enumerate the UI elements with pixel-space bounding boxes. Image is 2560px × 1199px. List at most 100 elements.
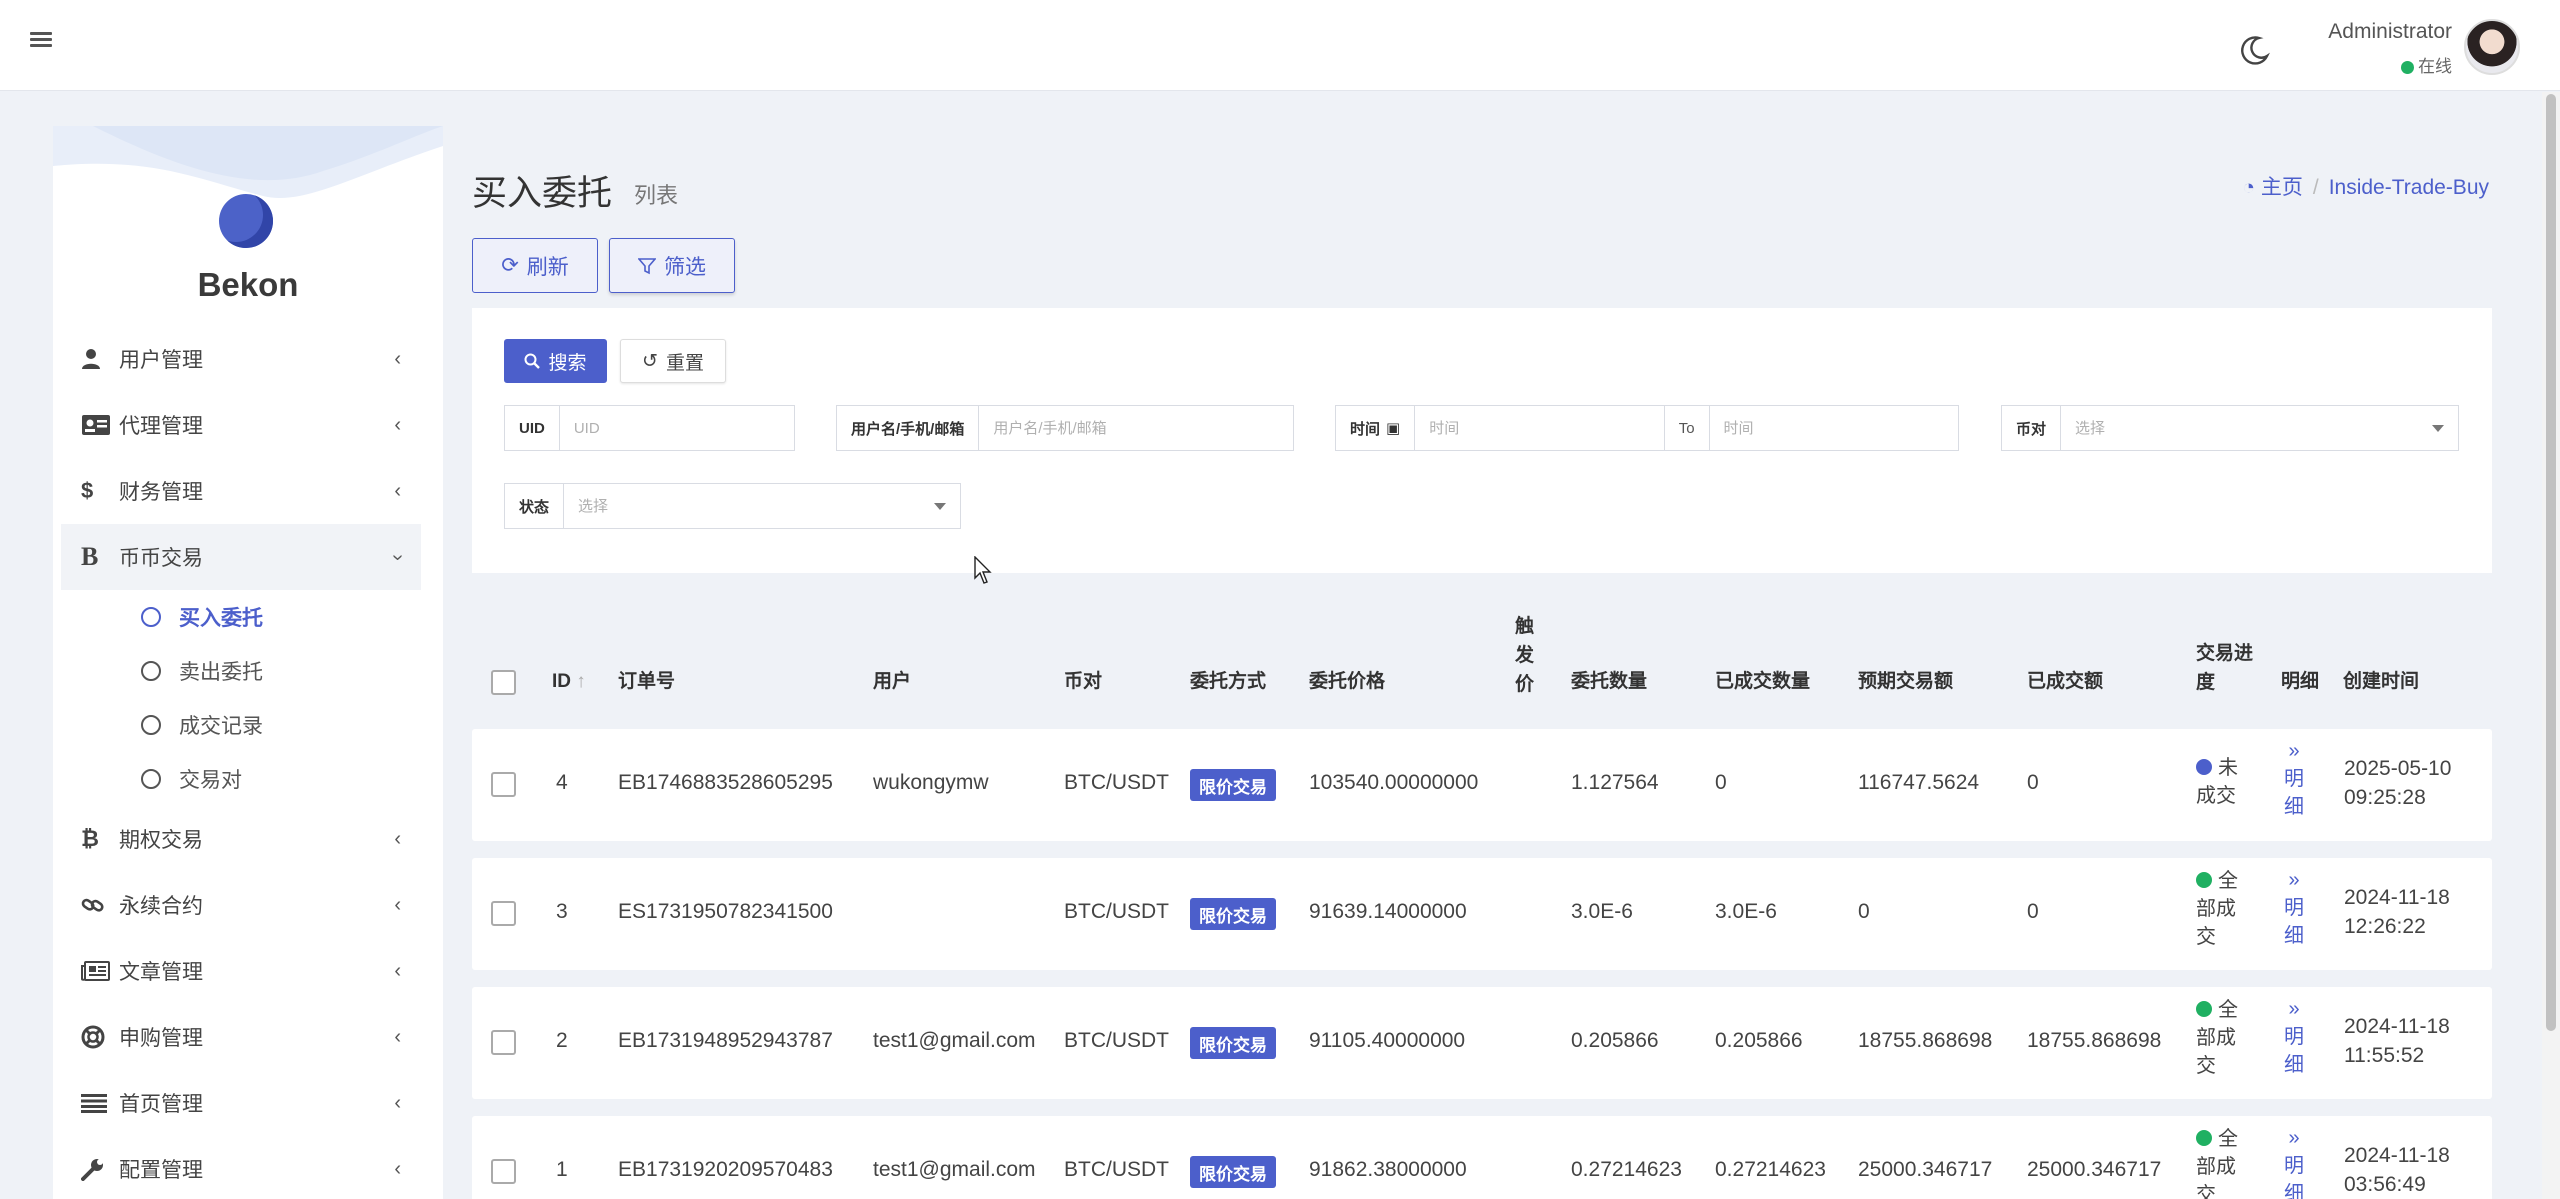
th-id-label: ID bbox=[552, 671, 571, 692]
cell-id: 1 bbox=[556, 1158, 568, 1181]
brand-name: Bekon bbox=[197, 266, 299, 303]
cell-qty: 1.127564 bbox=[1571, 771, 1659, 794]
uid-input[interactable] bbox=[559, 406, 794, 450]
sidebar-item-finance-management[interactable]: $ 财务管理 ‹ bbox=[61, 458, 421, 524]
cell-price: 91862.38000000 bbox=[1309, 1158, 1467, 1181]
sidebar-item-user-management[interactable]: 用户管理 ‹ bbox=[61, 326, 421, 392]
user-status: 在线 bbox=[2328, 52, 2452, 77]
time-start-input[interactable] bbox=[1415, 406, 1664, 450]
time-end-input[interactable] bbox=[1709, 406, 1959, 450]
refresh-button[interactable]: ⟳ 刷新 bbox=[472, 238, 598, 293]
user-input[interactable] bbox=[979, 406, 1293, 450]
sidebar-item-label: 永续合约 bbox=[119, 895, 203, 918]
cell-filled-qty: 0 bbox=[1715, 771, 1727, 794]
brand-logo-icon bbox=[219, 194, 273, 248]
cell-created: 2025-05-10 09:25:28 bbox=[2344, 754, 2451, 812]
sidebar-subitem-trading-pairs[interactable]: 交易对 bbox=[61, 752, 421, 806]
to-label: To bbox=[1663, 406, 1710, 450]
detail-link[interactable]: » 明细 bbox=[2278, 1124, 2310, 1199]
caret-down-icon bbox=[934, 502, 946, 510]
th-id[interactable]: ID ↑ bbox=[552, 667, 586, 696]
table-row: 3 ES1731950782341500 BTC/USDT 限价交易 91639.140… bbox=[472, 858, 2492, 970]
sidebar-item-options-trading[interactable]: ₿ 期权交易 ‹ bbox=[61, 806, 421, 872]
sidebar-subitem-buy-orders[interactable]: 买入委托 bbox=[61, 590, 421, 644]
scrollbar-thumb[interactable] bbox=[2546, 94, 2556, 1031]
status-select-input[interactable] bbox=[564, 484, 934, 528]
chevron-left-icon: ‹ bbox=[394, 348, 401, 370]
sidebar-item-agent-management[interactable]: 代理管理 ‹ bbox=[61, 392, 421, 458]
status-select[interactable]: 状态 bbox=[504, 483, 961, 529]
cell-qty: 3.0E-6 bbox=[1571, 900, 1633, 923]
cell-pair: BTC/USDT bbox=[1064, 771, 1169, 794]
sidebar-item-label: 币币交易 bbox=[119, 547, 203, 570]
sidebar-item-subscription-management[interactable]: 申购管理 ‹ bbox=[61, 1004, 421, 1070]
pair-select-input[interactable] bbox=[2061, 406, 2432, 450]
cell-filled-amount: 0 bbox=[2027, 900, 2039, 923]
th-filled-qty: 已成交数量 bbox=[1715, 671, 1811, 692]
search-button[interactable]: 搜索 bbox=[504, 339, 607, 383]
sidebar-item-article-management[interactable]: 文章管理 ‹ bbox=[61, 938, 421, 1004]
user-label: 用户名/手机/邮箱 bbox=[837, 406, 980, 450]
reset-button[interactable]: ↺ 重置 bbox=[620, 339, 726, 383]
th-filled-amount: 已成交额 bbox=[2027, 671, 2104, 692]
top-navbar: Administrator 在线 bbox=[0, 0, 2560, 91]
method-badge: 限价交易 bbox=[1190, 769, 1276, 801]
progress-status: 全部成交 bbox=[2196, 996, 2254, 1080]
status-label: 状态 bbox=[505, 484, 565, 528]
sidebar-item-label: 期权交易 bbox=[119, 829, 203, 852]
cell-created-date: 2024-11-18 bbox=[2344, 886, 2450, 909]
cell-id: 4 bbox=[556, 771, 568, 794]
cell-created-time: 09:25:28 bbox=[2344, 786, 2426, 809]
sidebar-subitem-trade-records[interactable]: 成交记录 bbox=[61, 698, 421, 752]
online-dot-icon bbox=[2401, 61, 2414, 75]
dark-mode-moon-icon[interactable] bbox=[2239, 34, 2271, 66]
sidebar-item-label: 申购管理 bbox=[119, 1027, 203, 1050]
page-subtitle: 列表 bbox=[634, 183, 679, 208]
avatar[interactable] bbox=[2464, 19, 2520, 75]
pair-select[interactable]: 币对 bbox=[2001, 405, 2459, 451]
filter-label: 筛选 bbox=[664, 255, 706, 279]
user-status-text: 在线 bbox=[2418, 57, 2452, 76]
user-info[interactable]: Administrator 在线 bbox=[2328, 20, 2452, 77]
breadcrumb-home[interactable]: ◔ 主页 bbox=[2242, 176, 2303, 199]
sidebar-subitem-sell-orders[interactable]: 卖出委托 bbox=[61, 644, 421, 698]
sidebar-item-config-management[interactable]: 配置管理 ‹ bbox=[61, 1136, 421, 1199]
page-title: 买入委托 bbox=[472, 174, 613, 213]
detail-link[interactable]: » 明细 bbox=[2278, 995, 2310, 1079]
row-checkbox[interactable] bbox=[491, 772, 516, 797]
status-dot-icon bbox=[2196, 759, 2212, 775]
sidebar-item-homepage-management[interactable]: 首页管理 ‹ bbox=[61, 1070, 421, 1136]
cell-created-time: 11:55:52 bbox=[2344, 1044, 2425, 1067]
table-header: ID ↑ 订单号 用户 币对 委托方式 委托价格 触发价 委托数量 已成交数量 … bbox=[472, 612, 2492, 712]
row-checkbox[interactable] bbox=[491, 1159, 516, 1184]
chevron-left-icon: ‹ bbox=[394, 828, 401, 850]
cell-price: 103540.00000000 bbox=[1309, 771, 1479, 794]
calendar-icon: ▣ bbox=[1386, 420, 1401, 437]
user-name: Administrator bbox=[2328, 20, 2452, 43]
filter-icon bbox=[638, 257, 656, 274]
filter-button[interactable]: 筛选 bbox=[609, 238, 735, 293]
sidebar-item-label: 财务管理 bbox=[119, 481, 203, 504]
cell-filled-qty: 0.27214623 bbox=[1715, 1158, 1826, 1181]
time-label-text: 时间 bbox=[1350, 420, 1381, 438]
uid-label: UID bbox=[505, 406, 560, 450]
detail-link[interactable]: » 明细 bbox=[2278, 737, 2310, 821]
sidebar-item-spot-trading[interactable]: B 币币交易 ‹ bbox=[61, 524, 421, 590]
detail-link[interactable]: » 明细 bbox=[2278, 866, 2310, 950]
breadcrumb-home-label: 主页 bbox=[2260, 176, 2303, 199]
uid-field: UID bbox=[504, 405, 795, 451]
sidebar-item-perpetual-contracts[interactable]: 永续合约 ‹ bbox=[61, 872, 421, 938]
page-scrollbar[interactable] bbox=[2542, 92, 2560, 1199]
cell-id: 2 bbox=[556, 1029, 568, 1052]
link-icon bbox=[81, 893, 119, 917]
time-range-field: 时间 ▣ To bbox=[1335, 405, 1959, 451]
select-all-checkbox[interactable] bbox=[491, 670, 516, 695]
row-checkbox[interactable] bbox=[491, 901, 516, 926]
row-checkbox[interactable] bbox=[491, 1030, 516, 1055]
hamburger-menu-icon[interactable] bbox=[30, 29, 52, 51]
breadcrumb-current[interactable]: Inside-Trade-Buy bbox=[2329, 176, 2489, 199]
cell-pair: BTC/USDT bbox=[1064, 1158, 1169, 1181]
sidebar-subitem-label: 卖出委托 bbox=[179, 661, 263, 684]
chevron-left-icon: ‹ bbox=[394, 414, 401, 436]
refresh-icon: ⟳ bbox=[501, 254, 519, 277]
